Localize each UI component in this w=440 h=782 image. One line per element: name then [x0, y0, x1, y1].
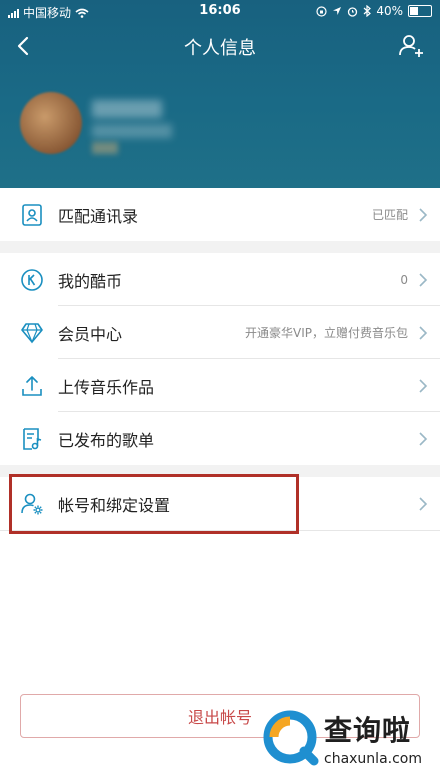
chevron-right-icon — [419, 431, 428, 446]
account-settings-icon — [21, 493, 43, 514]
row-account-binding-settings[interactable]: 帐号和绑定设置 — [0, 477, 440, 530]
alarm-icon — [348, 6, 358, 17]
profile-header: 中国移动 16:06 40% 个人信息 — [0, 0, 440, 188]
row-label: 我的酷币 — [58, 271, 123, 291]
row-label: 上传音乐作品 — [58, 377, 155, 397]
row-published-playlists[interactable]: 已发布的歌单 — [0, 412, 440, 465]
chevron-right-icon — [419, 496, 428, 511]
chevron-right-icon — [419, 378, 428, 393]
row-vip-center[interactable]: 会员中心 开通豪华VIP，立赠付费音乐包 — [0, 306, 440, 359]
row-my-coins[interactable]: 我的酷币 0 — [0, 253, 440, 306]
row-label: 匹配通讯录 — [58, 206, 139, 226]
row-value: 开通豪华VIP，立赠付费音乐包 — [245, 326, 408, 340]
row-upload-music[interactable]: 上传音乐作品 — [0, 359, 440, 412]
row-label: 帐号和绑定设置 — [58, 495, 171, 515]
status-right: 40% — [316, 4, 432, 18]
row-value: 已匹配 — [371, 208, 408, 222]
nav-bar: 个人信息 — [0, 26, 440, 66]
vip-badge-blurred — [92, 142, 118, 154]
chevron-right-icon — [419, 325, 428, 340]
status-bar: 中国移动 16:06 40% — [0, 0, 440, 24]
location-icon — [333, 7, 342, 15]
battery-icon — [408, 5, 432, 17]
watermark-text: 查询啦 chaxunla.com — [324, 709, 422, 767]
coin-icon — [21, 268, 43, 291]
bluetooth-icon — [363, 5, 372, 17]
contacts-icon — [22, 203, 42, 226]
add-user-icon — [399, 35, 423, 57]
avatar[interactable] — [20, 92, 82, 154]
row-value: 0 — [400, 272, 408, 287]
playlist-icon — [23, 427, 42, 450]
magnifier-logo-icon — [263, 710, 319, 766]
add-friend-button[interactable] — [396, 30, 428, 62]
group-divider — [0, 465, 440, 477]
upload-icon — [22, 375, 42, 396]
battery-percent: 40% — [376, 4, 403, 18]
watermark: 查询啦 chaxunla.com — [262, 696, 438, 780]
lock-rotation-icon — [316, 5, 327, 17]
row-label: 已发布的歌单 — [58, 430, 155, 450]
group-divider — [0, 241, 440, 253]
chevron-right-icon — [419, 272, 428, 287]
row-match-contacts[interactable]: 匹配通讯录 已匹配 — [0, 188, 440, 241]
chevron-right-icon — [419, 207, 428, 222]
row-separator — [0, 530, 440, 531]
user-id-blurred — [92, 124, 172, 138]
diamond-icon — [21, 322, 43, 344]
username-blurred — [92, 100, 162, 118]
row-label: 会员中心 — [58, 324, 123, 344]
page-title: 个人信息 — [184, 38, 256, 59]
watermark-en: chaxunla.com — [324, 751, 422, 767]
watermark-cn: 查询啦 — [324, 714, 412, 747]
